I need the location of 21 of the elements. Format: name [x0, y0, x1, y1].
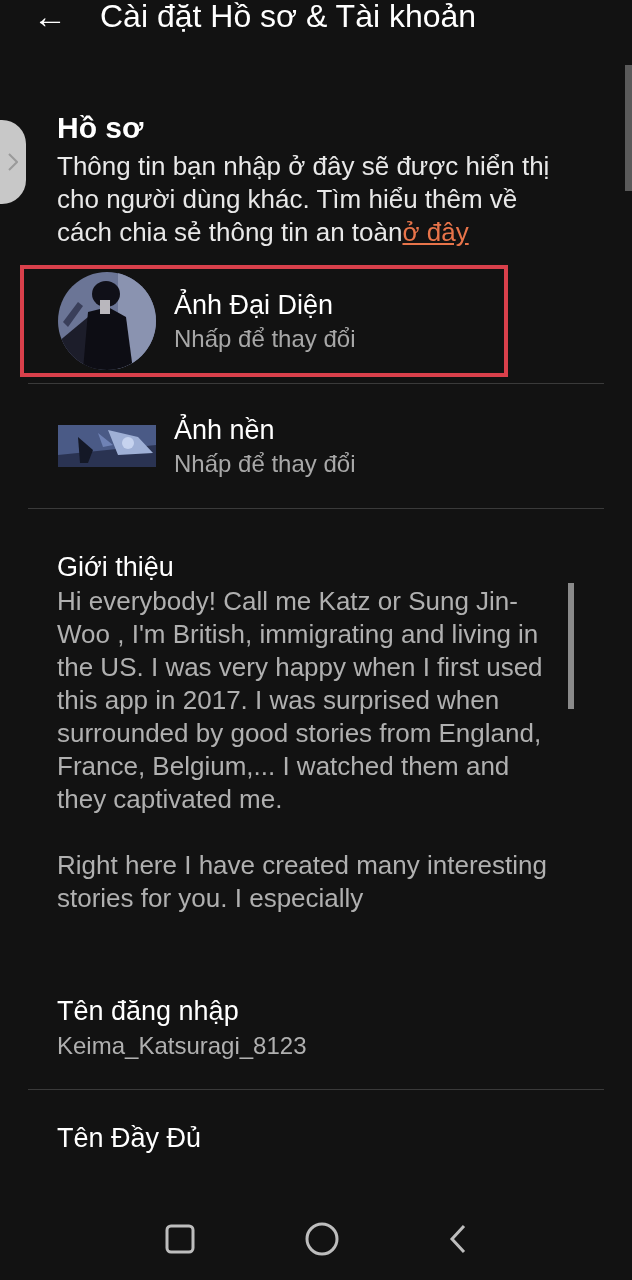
home-icon[interactable]: [305, 1222, 339, 1256]
image-setting-row[interactable]: Ảnh Đại Diện Nhấp để thay đổi: [20, 265, 508, 377]
field-label: Giới thiệu: [57, 551, 175, 584]
learn-more-link[interactable]: ở đây: [402, 217, 469, 247]
row-subtitle: Nhấp để thay đổi: [174, 449, 356, 479]
section-description: Thông tin bạn nhập ở đây sẽ được hiển thị cho người dùng khác. Tìm hiểu thêm về cách chia sẻ thông tin an toànở đây: [57, 150, 551, 249]
row-title: Ảnh Đại Diện: [174, 288, 335, 322]
row-subtitle: Nhấp để thay đổi: [174, 324, 356, 354]
field-value: Keima_Katsuragi_8123: [57, 1031, 308, 1061]
field-label: Tên đăng nhập: [57, 995, 240, 1028]
bio-paragraph: Right here I have created many interesting stories for you. I especially: [57, 849, 548, 915]
back-button[interactable]: ←: [0, 0, 100, 33]
page-title: Cài đặt Hồ sơ & Tài khoản: [100, 0, 477, 36]
recent-apps-icon[interactable]: [165, 1224, 195, 1254]
row-title: Ảnh nền: [174, 413, 276, 447]
section-title: Hồ sơ: [57, 110, 145, 146]
field-label: Tên Đầy Đủ: [57, 1122, 203, 1155]
back-icon[interactable]: [449, 1224, 467, 1254]
image-setting-row[interactable]: Ảnh nền Nhấp để thay đổi: [20, 390, 508, 502]
bio-paragraph: Hi everybody! Call me Katz or Sung Jin-Woo , I'm British, immigrating and living in the US. I was very happy when I first used this app in 2017. I was surprised when surrounded by good stories from England, France, Belgium,... I watched them and they captivated me.: [57, 585, 544, 816]
chevron-right-icon: [8, 153, 18, 171]
